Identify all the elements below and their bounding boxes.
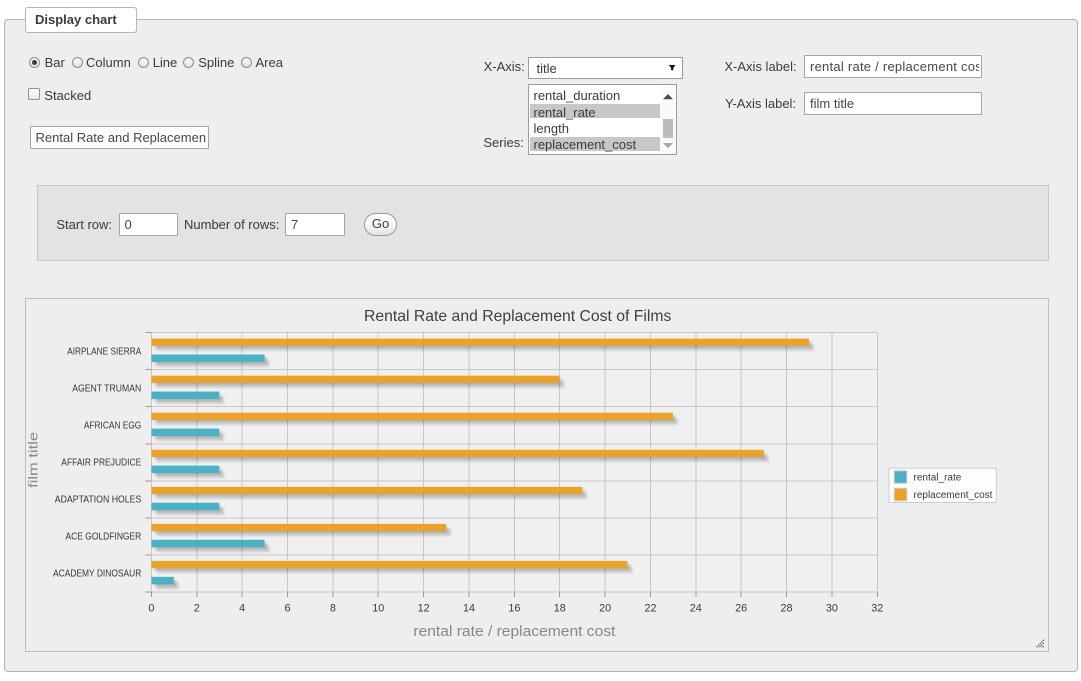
svg-text:2: 2 xyxy=(194,602,200,614)
svg-text:14: 14 xyxy=(463,602,475,614)
svg-text:Rental Rate and Replacement Co: Rental Rate and Replacement Cost of Film… xyxy=(364,308,672,325)
svg-text:28: 28 xyxy=(781,602,793,614)
svg-text:ACADEMY DINOSAUR: ACADEMY DINOSAUR xyxy=(53,569,141,580)
svg-text:ACE GOLDFINGER: ACE GOLDFINGER xyxy=(66,532,142,543)
svg-text:rental rate / replacement cost: rental rate / replacement cost xyxy=(413,623,616,640)
svg-text:12: 12 xyxy=(418,602,430,614)
svg-text:20: 20 xyxy=(599,602,611,614)
svg-text:32: 32 xyxy=(871,602,883,614)
svg-text:24: 24 xyxy=(690,602,702,614)
svg-text:22: 22 xyxy=(644,602,656,614)
svg-text:30: 30 xyxy=(826,602,838,614)
svg-text:rental_rate: rental_rate xyxy=(914,473,962,484)
svg-text:replacement_cost: replacement_cost xyxy=(914,490,993,501)
svg-text:AGENT TRUMAN: AGENT TRUMAN xyxy=(72,383,141,394)
svg-text:AIRPLANE SIERRA: AIRPLANE SIERRA xyxy=(67,346,141,357)
svg-text:0: 0 xyxy=(148,602,154,614)
svg-text:AFFAIR PREJUDICE: AFFAIR PREJUDICE xyxy=(61,458,141,469)
svg-text:film title: film title xyxy=(26,432,40,488)
svg-text:18: 18 xyxy=(554,602,566,614)
svg-text:16: 16 xyxy=(508,602,520,614)
svg-text:10: 10 xyxy=(372,602,384,614)
svg-text:26: 26 xyxy=(735,602,747,614)
svg-text:ADAPTATION HOLES: ADAPTATION HOLES xyxy=(55,495,142,506)
svg-text:6: 6 xyxy=(284,602,290,614)
svg-text:AFRICAN EGG: AFRICAN EGG xyxy=(84,420,142,431)
svg-text:4: 4 xyxy=(239,602,245,614)
svg-text:8: 8 xyxy=(330,602,336,614)
